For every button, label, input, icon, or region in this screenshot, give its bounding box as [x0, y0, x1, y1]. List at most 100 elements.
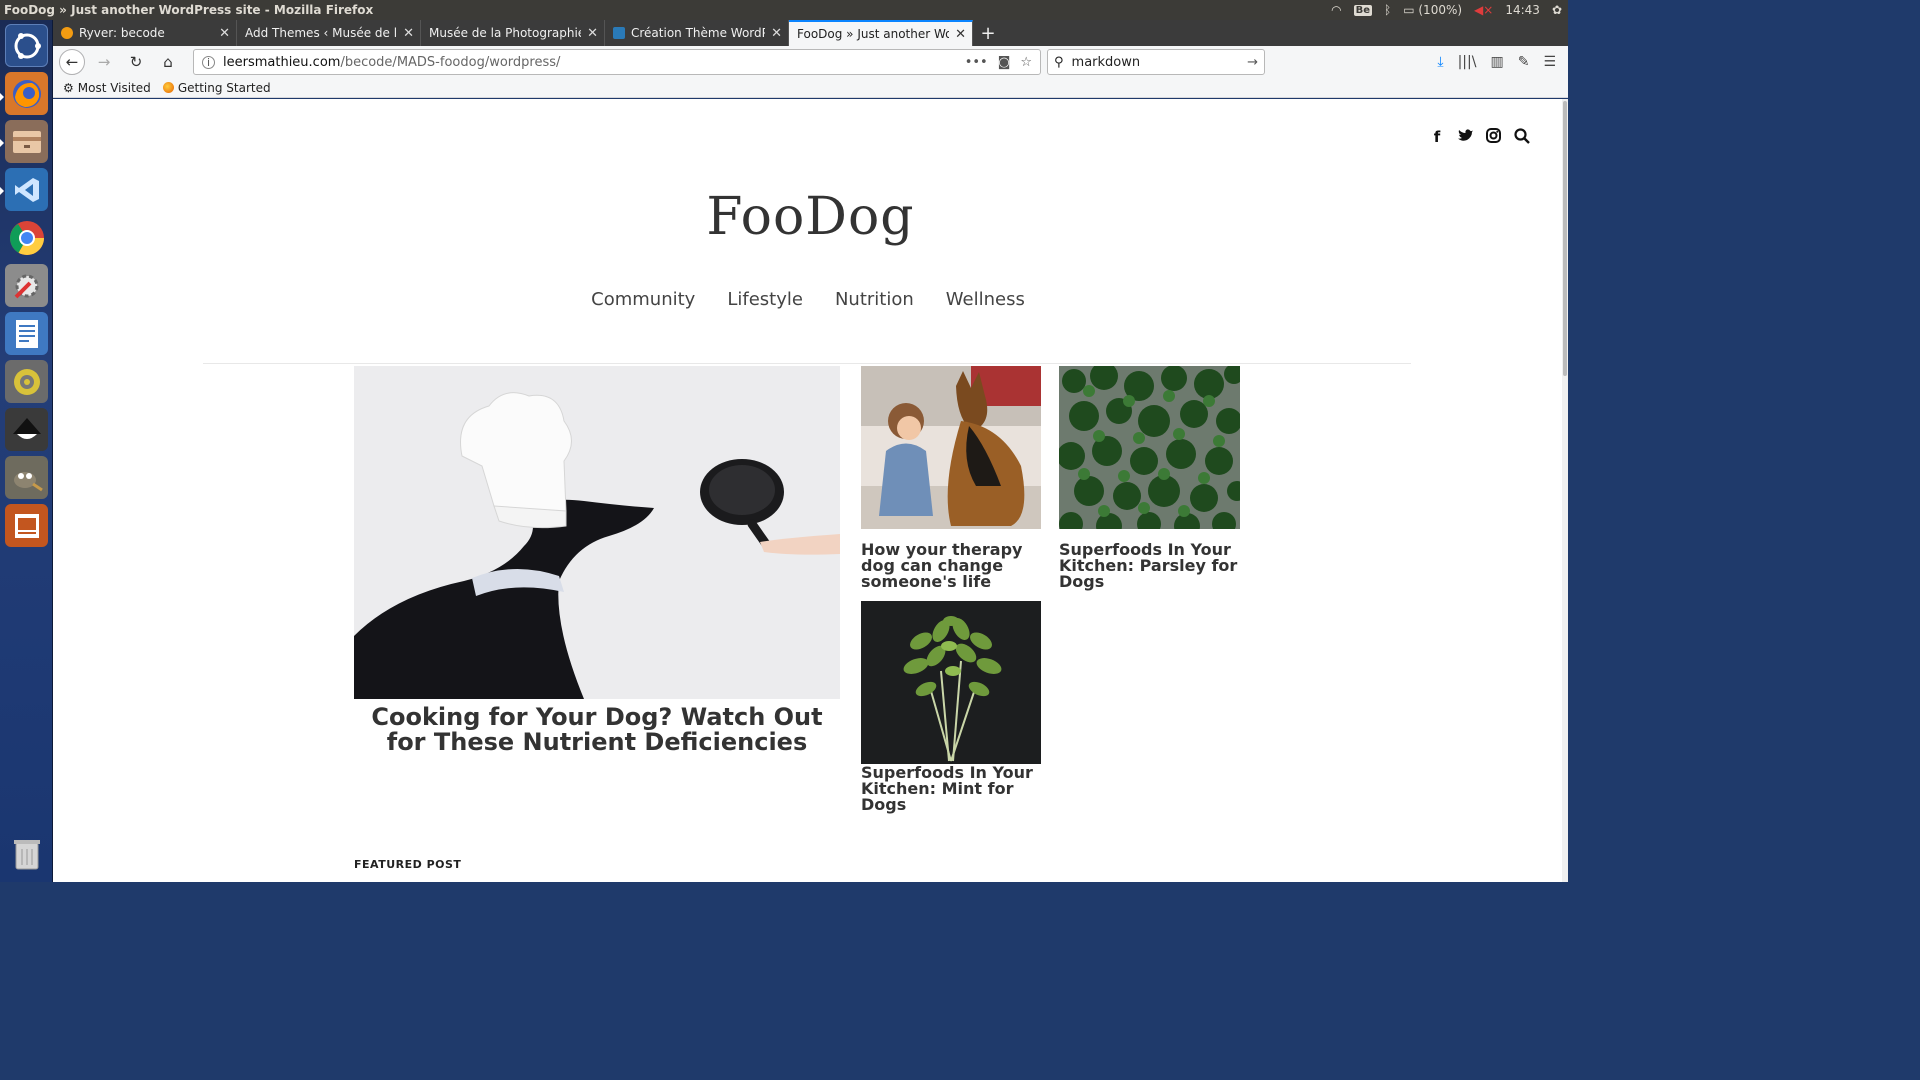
post-therapy-dog-title[interactable]: How your therapy dog can change someone'… [861, 542, 1051, 590]
forward-button[interactable]: → [91, 49, 117, 75]
post-parsley-title[interactable]: Superfoods In Your Kitchen: Parsley for … [1059, 542, 1249, 590]
firefox-icon[interactable] [5, 72, 48, 115]
system-top-bar: FooDog » Just another WordPress site - M… [0, 0, 1568, 20]
nav-community[interactable]: Community [591, 289, 695, 310]
page-scrollbar[interactable] [1562, 99, 1568, 882]
post-parsley-image[interactable] [1059, 366, 1240, 529]
search-bar[interactable]: ⚲ markdown → [1047, 49, 1265, 75]
ubuntu-dash-icon[interactable] [5, 24, 48, 67]
tab-bar: Ryver: becode ✕ Add Themes ‹ Musée de la… [53, 20, 1568, 46]
clock[interactable]: 14:43 [1505, 3, 1540, 17]
bookmarks-toolbar: ⚙ Most Visited Getting Started [53, 78, 1568, 98]
reload-button[interactable]: ↻ [123, 49, 149, 75]
sidebar-icon[interactable]: ▥ [1490, 54, 1503, 70]
close-tab-icon[interactable]: ✕ [403, 26, 414, 41]
tab-creation-theme[interactable]: Création Thème WordPr ✕ [605, 20, 789, 46]
volume-muted-icon[interactable]: ◀× [1474, 3, 1493, 17]
facebook-icon[interactable]: f [1430, 128, 1444, 148]
eyedropper-icon[interactable]: ✎ [1518, 54, 1530, 70]
tab-label: Ryver: becode [79, 26, 165, 40]
gear-icon: ⚙ [63, 80, 74, 95]
bookmark-getting-started[interactable]: Getting Started [162, 80, 271, 95]
trash-icon[interactable] [5, 832, 48, 875]
post-therapy-dog-image[interactable] [861, 366, 1041, 529]
launcher-running-arrow-2 [0, 187, 4, 195]
post-mint-title[interactable]: Superfoods In Your Kitchen: Mint for Dog… [861, 765, 1051, 813]
battery-percent: (100%) [1418, 3, 1463, 17]
bookmark-label: Getting Started [177, 80, 271, 95]
navigation-toolbar: ← → ↻ ⌂ i leersmathieu.com/becode/MADS-f… [53, 46, 1568, 78]
nav-nutrition[interactable]: Nutrition [835, 289, 914, 310]
bluetooth-icon[interactable]: ᛒ [1384, 3, 1391, 17]
nav-lifestyle[interactable]: Lifestyle [727, 289, 803, 310]
close-tab-icon[interactable]: ✕ [955, 27, 966, 42]
nav-wellness[interactable]: Wellness [946, 289, 1025, 310]
settings-icon[interactable] [5, 264, 48, 307]
gimp-icon[interactable] [5, 456, 48, 499]
header-divider [203, 363, 1411, 364]
files-icon[interactable] [5, 120, 48, 163]
social-links: f [1430, 128, 1530, 148]
tab-label: Création Thème WordPr [631, 26, 766, 40]
new-tab-button[interactable]: + [973, 20, 1003, 46]
url-tools: ••• ◙ ☆ [965, 55, 1032, 70]
rhythmbox-icon[interactable] [5, 360, 48, 403]
search-input[interactable]: markdown [1072, 55, 1141, 70]
post-mint-image[interactable] [861, 601, 1041, 764]
search-icon[interactable] [1514, 128, 1530, 148]
tab-label: FooDog » Just another Wor [797, 27, 950, 41]
featured-post-label: FEATURED POST [354, 858, 462, 871]
back-button[interactable]: ← [59, 49, 85, 75]
hero-post-title[interactable]: Cooking for Your Dog? Watch Out for Thes… [354, 705, 840, 755]
search-icon: ⚲ [1054, 54, 1064, 70]
creation-favicon-icon [613, 27, 625, 39]
twitter-icon[interactable] [1458, 128, 1473, 148]
info-icon[interactable]: i [202, 55, 215, 69]
instagram-icon[interactable] [1486, 128, 1501, 148]
tab-musee[interactable]: Musée de la Photographie ✕ [421, 20, 605, 46]
launcher-active-arrow [0, 93, 4, 101]
writer-icon[interactable] [5, 312, 48, 355]
wifi-icon[interactable]: ◠ [1331, 3, 1341, 17]
pocket-icon[interactable]: ◙ [998, 55, 1011, 70]
bookmark-most-visited[interactable]: ⚙ Most Visited [63, 81, 151, 95]
url-bar[interactable]: i leersmathieu.com/becode/MADS-foodog/wo… [193, 49, 1041, 75]
site-title[interactable]: FooDog [53, 187, 1568, 247]
hero-post-image[interactable] [354, 366, 840, 699]
menu-icon[interactable]: ☰ [1543, 54, 1556, 70]
close-tab-icon[interactable]: ✕ [771, 26, 782, 41]
impress-icon[interactable] [5, 504, 48, 547]
home-button[interactable]: ⌂ [155, 49, 181, 75]
be-indicator[interactable]: Be [1353, 4, 1373, 16]
system-gear-icon[interactable]: ✿ [1552, 3, 1562, 17]
firefox-icon [162, 82, 174, 93]
search-go-icon[interactable]: → [1247, 55, 1258, 70]
scrollbar-thumb[interactable] [1563, 101, 1567, 376]
chrome-icon[interactable] [5, 216, 48, 259]
launcher-running-arrow [0, 139, 4, 147]
tab-add-themes[interactable]: Add Themes ‹ Musée de la Ph ✕ [237, 20, 421, 46]
toolbar-right: ⤓ |||\ ▥ ✎ ☰ [1437, 54, 1562, 70]
web-page: f FooDog Community Lifestyle Nutrition W… [53, 99, 1568, 882]
page-actions-icon[interactable]: ••• [965, 55, 988, 70]
tab-foodog[interactable]: FooDog » Just another Wor ✕ [789, 20, 973, 46]
inkscape-icon[interactable] [5, 408, 48, 451]
tab-label: Musée de la Photographie [429, 26, 582, 40]
downloads-icon[interactable]: ⤓ [1437, 54, 1443, 70]
tab-label: Add Themes ‹ Musée de la Ph [245, 26, 398, 40]
ryver-favicon-icon [61, 27, 73, 39]
system-indicators: ◠ Be ᛒ ▭ (100%) ◀× 14:43 ✿ [1331, 3, 1568, 17]
url-host: leersmathieu.com [223, 54, 341, 70]
vscode-icon[interactable] [5, 168, 48, 211]
launcher [0, 20, 53, 882]
battery-indicator[interactable]: ▭ (100%) [1403, 3, 1462, 17]
bookmark-label: Most Visited [77, 80, 151, 95]
close-tab-icon[interactable]: ✕ [219, 26, 230, 41]
tab-ryver[interactable]: Ryver: becode ✕ [53, 20, 237, 46]
main-navigation: Community Lifestyle Nutrition Wellness [53, 289, 1563, 310]
library-icon[interactable]: |||\ [1458, 54, 1477, 70]
url-path: /becode/MADS-foodog/wordpress/ [340, 54, 561, 70]
close-tab-icon[interactable]: ✕ [587, 26, 598, 41]
bookmark-star-icon[interactable]: ☆ [1020, 55, 1032, 70]
window-title: FooDog » Just another WordPress site - M… [4, 3, 374, 17]
